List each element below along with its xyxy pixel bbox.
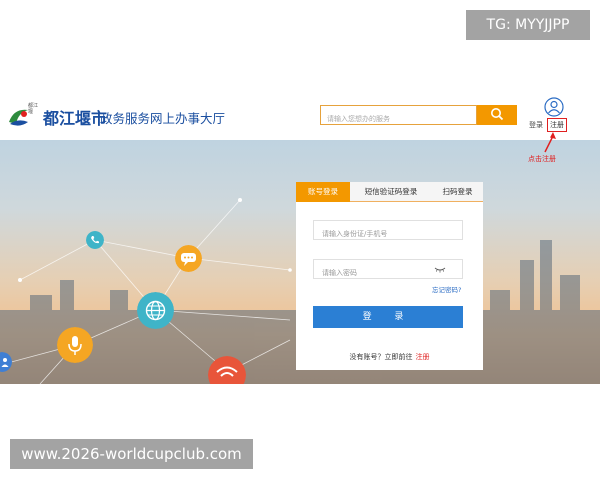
watermark-bottom: www.2026-worldcupclub.com: [10, 439, 253, 469]
search-box: [320, 105, 477, 128]
microphone-icon: [57, 327, 93, 363]
login-panel: 账号登录 短信验证码登录 扫码登录 忘记密码? 登 录 没有账号？立即前往注册: [296, 182, 483, 370]
logo-small-text: 都江堰: [28, 103, 39, 115]
password-field: [313, 259, 463, 282]
tab-qr-login[interactable]: 扫码登录: [432, 182, 483, 202]
search-button[interactable]: [477, 105, 517, 125]
site-header: 都江堰 都江堰市 政务服务网上办事大厅 登录 注册: [0, 94, 600, 140]
tab-sms-login[interactable]: 短信验证码登录: [350, 182, 432, 202]
portal-title: 政务服务网上办事大厅: [100, 111, 226, 126]
search-input[interactable]: [321, 110, 476, 128]
globe-icon: [137, 292, 174, 329]
watermark-top: TG: MYYJJPP: [466, 10, 590, 40]
no-account-text: 没有账号？立即前往: [349, 353, 413, 361]
register-annotation: 点击注册: [528, 155, 556, 163]
id-field: [313, 220, 463, 243]
login-button[interactable]: 登 录: [313, 306, 463, 328]
login-link[interactable]: 登录: [529, 120, 543, 130]
login-tabs: 账号登录 短信验证码登录 扫码登录: [296, 182, 483, 202]
id-input[interactable]: [314, 225, 462, 243]
chat-icon: [175, 245, 202, 272]
phone-icon: [86, 231, 104, 249]
register-prompt: 没有账号？立即前往 注册: [296, 352, 483, 362]
eye-closed-icon[interactable]: [434, 267, 446, 273]
user-icon[interactable]: [544, 97, 564, 117]
panel-register-link[interactable]: 注册: [416, 353, 430, 361]
search-icon: [491, 107, 504, 120]
city-name: 都江堰市: [43, 109, 108, 128]
tab-account-login[interactable]: 账号登录: [296, 182, 350, 202]
forgot-password-link[interactable]: 忘记密码?: [432, 284, 461, 294]
